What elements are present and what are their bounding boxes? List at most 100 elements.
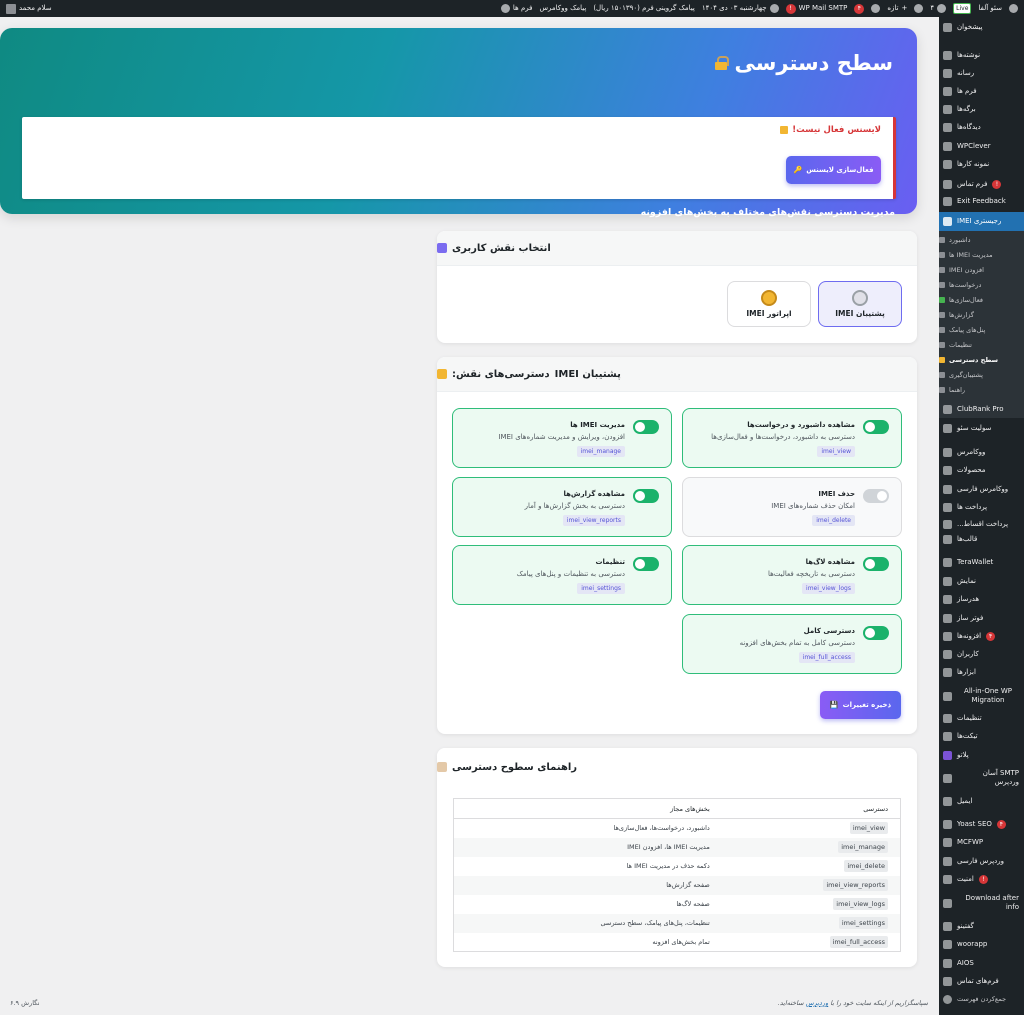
menu-label: Exit Feedback [957,197,1006,205]
wrench-icon [943,668,952,677]
menu-item-themes[interactable]: قالب‌ها [939,535,1024,544]
permission-title: مشاهده داشبورد و درخواست‌ها [747,421,855,429]
brush-icon [943,577,952,586]
menu-item-tools[interactable]: ابزارها [939,668,1024,677]
activate-license-button[interactable]: فعال‌سازی لایسنس 🔑 [786,156,881,184]
submenu-dashboard[interactable]: داشبورد [939,236,1024,244]
menu-label: پرداخت ها [957,503,988,511]
menu-item-woocommerce[interactable]: ووکامرس [939,448,1024,457]
permission-toggle[interactable] [863,626,889,640]
submenu-access-level[interactable]: سطح دسترسی [939,356,1024,364]
submenu-reports[interactable]: گزارش‌ها [939,311,1024,319]
permission-toggle[interactable] [633,420,659,434]
wp-mail-smtp-link[interactable]: WP Mail SMTP! [785,0,847,17]
menu-item-plugins[interactable]: ۴ افزونه‌ها [939,632,1024,641]
wp-logo-icon[interactable] [1009,4,1018,13]
menu-label: ClubRank Pro [957,405,1004,413]
permission-toggle[interactable] [633,489,659,503]
menu-item-goftino[interactable]: گفتینو [939,922,1024,931]
comments-link[interactable] [914,4,924,13]
save-changes-button[interactable]: ذخیره تغییرات 💾 [820,691,901,719]
new-content-link[interactable]: + تازه [887,0,907,17]
menu-item-tickets[interactable]: تیکت‌ها [939,732,1024,741]
list-icon [939,252,945,258]
role-option-operator[interactable]: اپراتور IMEI [727,281,811,327]
permissions-title: دسترسی‌های نقش: [452,368,550,380]
woo-sms-label: پیامک ووکامرس [539,4,587,12]
forms-link[interactable]: فرم ها [500,0,533,17]
sms-credit-link[interactable]: پیامک گروینی فرم (۱۵۰۱۳۹۰ ریال) [593,0,694,17]
menu-item-forms[interactable]: فرم ها [939,87,1024,96]
submenu-add-imei[interactable]: افزودن IMEI [939,266,1024,274]
menu-item-easy-smtp[interactable]: SMTP آسان وردپرس [939,769,1024,787]
yoast-link[interactable] [871,4,881,13]
submenu-help[interactable]: راهنما [939,386,1024,394]
menu-item-imei-registry[interactable]: رجیستری IMEI [939,212,1024,231]
menu-item-portfolio[interactable]: نمونه کارها [939,160,1024,169]
submenu-label: درخواست‌ها [949,281,982,289]
menu-item-download-after-info[interactable]: Download after info [939,894,1024,912]
allowed-sections: دکمه حذف در مدیریت IMEI ها [626,862,710,870]
permission-desc: دسترسی به تنظیمات و پنل‌های پیامک [516,570,625,578]
menu-item-products[interactable]: محصولات [939,466,1024,475]
date-link[interactable]: چهارشنبه ۰۳ دی ۱۴۰۴ [702,0,779,17]
submenu-sms-panels[interactable]: پنل‌های پیامک [939,326,1024,334]
menu-item-posts[interactable]: نوشته‌ها [939,51,1024,60]
menu-item-email[interactable]: ایمیل [939,797,1024,806]
menu-item-contact-forms[interactable]: فرم‌های تماس [939,977,1024,986]
role-option-support[interactable]: پشتیبان IMEI [818,281,902,327]
menu-item-woorapp[interactable]: woorapp [939,940,1024,949]
menu-label: محصولات [957,466,986,474]
collapse-menu-button[interactable]: جمع‌کردن فهرست [939,995,1024,1004]
shield-icon [943,875,952,884]
menu-item-contact-form[interactable]: ! فرم تماس [939,180,1024,189]
permission-desc: دسترسی کامل به تمام بخش‌های افزونه [739,639,855,647]
menu-item-plato[interactable]: پلاتو [939,751,1024,760]
menu-item-mcfwp[interactable]: MCFWP [939,838,1024,847]
menu-item-header-builder[interactable]: هدرساز [939,595,1024,604]
menu-item-solit-seo[interactable]: سولیت سئو [939,424,1024,433]
menu-item-media[interactable]: رسانه [939,69,1024,78]
headset-icon [852,290,868,306]
chat-icon [943,922,952,931]
permission-toggle[interactable] [863,557,889,571]
menu-item-comments[interactable]: دیدگاه‌ها [939,123,1024,132]
menu-item-users[interactable]: کاربران [939,650,1024,659]
submenu-settings[interactable]: تنظیمات [939,341,1024,349]
menu-item-payments[interactable]: پرداخت ها [939,503,1024,512]
security-badge: ! [978,875,988,884]
menu-item-dashboard[interactable]: پیشخوان [939,23,1024,32]
submenu-backup[interactable]: پشتیبان‌گیری [939,371,1024,379]
menu-item-aios[interactable]: AIOS [939,959,1024,968]
wordpress-link[interactable]: وردپرس [806,999,829,1007]
updates-link[interactable]: ۴ [930,0,947,17]
my-account-link[interactable]: سلام محمد [6,0,52,17]
role-selection-card: انتخاب نقش کاربری پشتیبان IMEI اپراتور I… [437,231,917,343]
menu-item-wp-persian[interactable]: وردپرس فارسی [939,857,1024,866]
permission-toggle[interactable] [863,489,889,503]
permission-toggle[interactable] [863,420,889,434]
menu-item-settings[interactable]: تنظیمات [939,714,1024,723]
forms-icon [500,4,510,13]
menu-item-clubrank[interactable]: ClubRank Pro [939,405,1024,414]
site-name-link[interactable]: سئو آلفا [978,0,1002,17]
permission-code: imei_full_access [798,652,855,663]
menu-item-yoast[interactable]: ۴ Yoast SEO [939,820,1024,829]
submenu-requests[interactable]: درخواست‌ها [939,281,1024,289]
menu-label: فرم ها [957,87,977,95]
woo-sms-link[interactable]: پیامک ووکامرس [540,0,587,17]
menu-item-appearance[interactable]: نمایش [939,577,1024,586]
permission-toggle[interactable] [633,557,659,571]
menu-item-migration[interactable]: All-in-One WP Migration [939,687,1024,705]
submenu-manage-imei[interactable]: مدیریت IMEI ها [939,251,1024,259]
menu-item-installments[interactable]: پرداخت اقساط... [939,520,1024,529]
menu-item-woo-persian[interactable]: ووکامرس فارسی [939,485,1024,494]
menu-item-exit-feedback[interactable]: Exit Feedback [939,197,1024,206]
menu-item-footer-builder[interactable]: فوتر ساز [939,614,1024,623]
menu-item-terawallet[interactable]: TeraWallet [939,558,1024,567]
save-icon: 💾 [829,701,839,709]
menu-item-security[interactable]: ! امنیت [939,875,1024,884]
menu-item-pages[interactable]: برگه‌ها [939,105,1024,114]
menu-item-wpclever[interactable]: WPClever [939,142,1024,151]
submenu-activations[interactable]: فعال‌سازی‌ها [939,296,1024,304]
